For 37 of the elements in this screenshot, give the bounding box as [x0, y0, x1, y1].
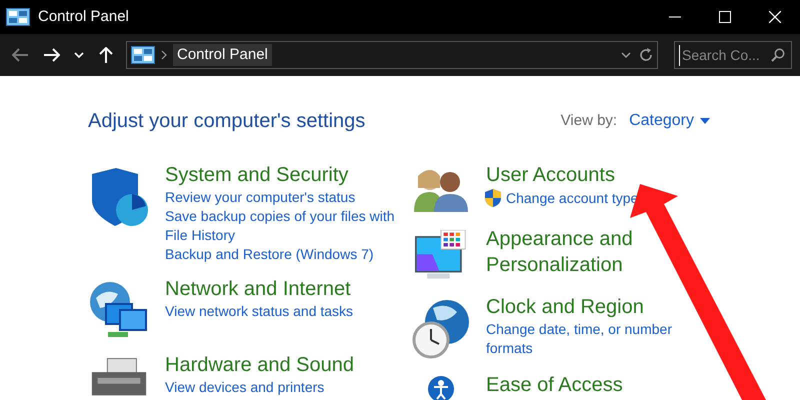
category-link[interactable]: Save backup copies of your files with File History — [165, 207, 397, 245]
network-icon — [88, 280, 150, 340]
category-title[interactable]: Appearance and Personalization — [486, 226, 644, 278]
address-bar[interactable]: Control Panel — [126, 41, 658, 69]
back-arrow-icon — [12, 48, 28, 62]
refresh-icon — [639, 48, 653, 62]
category-title[interactable]: Ease of Access — [486, 372, 623, 398]
caret-icon — [700, 118, 710, 124]
up-arrow-icon — [99, 47, 113, 63]
chevron-right-icon — [161, 50, 167, 60]
search-field[interactable]: Search Co... — [674, 41, 792, 69]
control-panel-icon — [6, 8, 30, 26]
search-icon — [771, 48, 785, 62]
category-link[interactable]: Change date, time, or number formats — [486, 320, 686, 358]
forward-arrow-icon — [44, 48, 60, 62]
category-title[interactable]: Clock and Region — [486, 294, 644, 320]
category-link[interactable]: View network status and tasks — [165, 302, 354, 321]
chevron-down-icon — [74, 52, 84, 58]
shield-icon — [484, 188, 502, 208]
view-by-dropdown[interactable]: Category — [629, 109, 710, 133]
category-title[interactable]: User Accounts — [486, 162, 615, 188]
category-link[interactable]: Review your computer's status — [165, 188, 356, 207]
page-heading: Adjust your computer's settings — [88, 109, 366, 134]
maximize-icon — [719, 11, 731, 23]
breadcrumb-item[interactable]: Control Panel — [173, 44, 272, 66]
category-link[interactable]: View devices and printers — [165, 378, 324, 397]
window-title: Control Panel — [38, 6, 129, 27]
control-panel-icon — [131, 46, 155, 64]
category-title[interactable]: System and Security — [165, 162, 348, 188]
globe-clock-icon — [411, 298, 471, 360]
category-link[interactable]: Backup and Restore (Windows 7) — [165, 245, 374, 264]
category-title[interactable]: Hardware and Sound — [165, 352, 354, 378]
close-icon — [769, 11, 781, 23]
view-by-label: View by: — [560, 110, 618, 131]
minimize-icon — [669, 16, 681, 18]
category-title[interactable]: Network and Internet — [165, 276, 351, 302]
chevron-down-icon — [621, 52, 631, 58]
